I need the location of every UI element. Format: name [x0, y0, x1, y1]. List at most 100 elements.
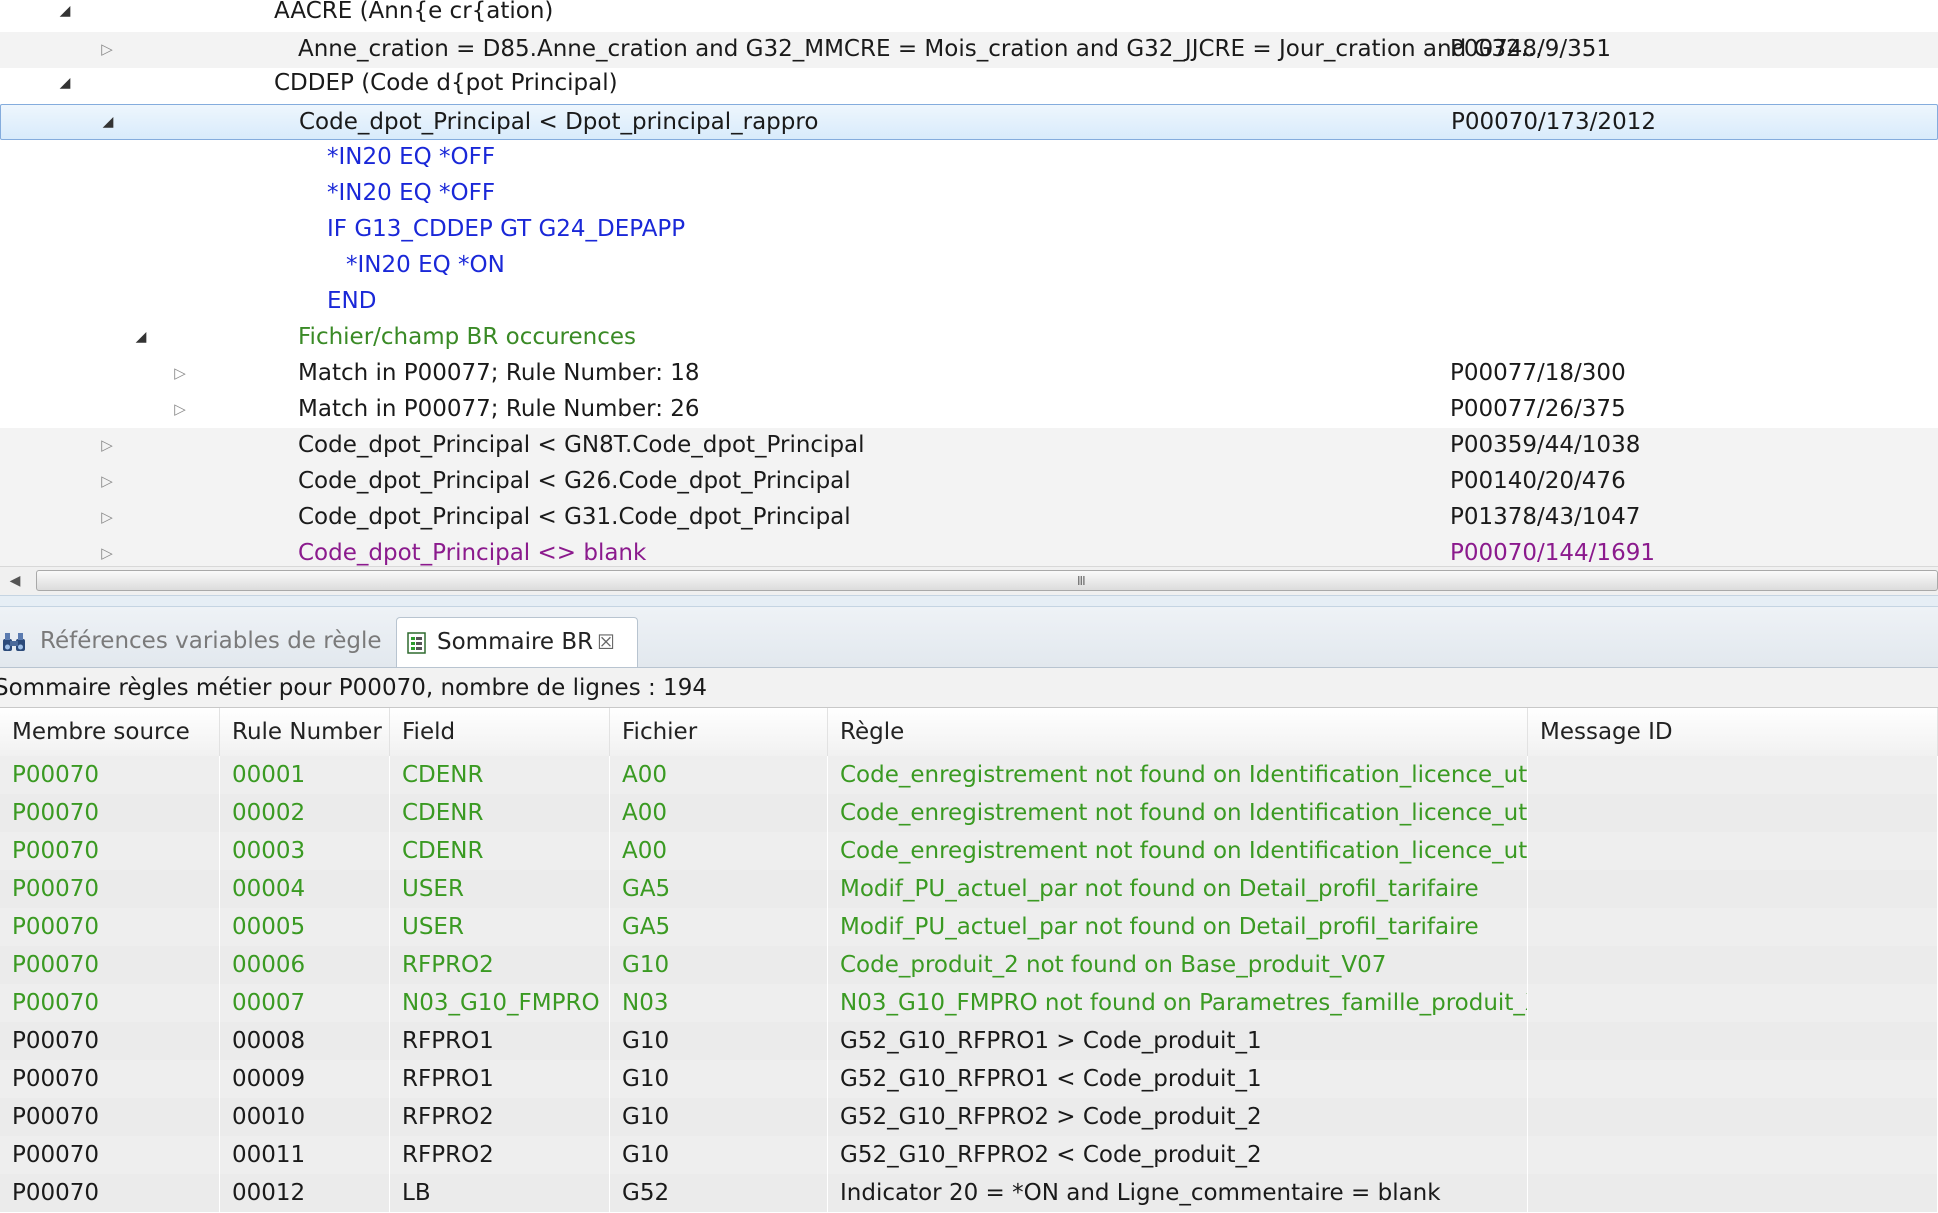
cell-membre-source: P00070 [0, 908, 220, 946]
cell-message-id [1528, 984, 1938, 1022]
tree-node[interactable]: ◢ Fichier/champ BR occurences [0, 320, 1938, 356]
tree-node-label: Code_dpot_Principal <> blank [298, 540, 647, 566]
cell-membre-source: P00070 [0, 1098, 220, 1136]
cell-fichier: G10 [610, 946, 828, 984]
cell-rule-number: 00001 [220, 756, 390, 794]
cell-rule-number: 00011 [220, 1136, 390, 1174]
summary-icon [407, 632, 426, 654]
expand-arrow-icon[interactable]: ▷ [97, 500, 117, 534]
tree-node[interactable]: ▷ Code_dpot_Principal < G31.Code_dpot_Pri… [0, 500, 1938, 536]
expand-arrow-icon[interactable]: ▷ [97, 32, 117, 66]
rule-tree-view: ◢ AACRE (Ann{e cr{ation) ▷ Anne_cration = D… [0, 0, 1938, 566]
cell-field: RFPRO2 [390, 1136, 610, 1174]
table-row[interactable]: P00070 00011 RFPRO2 G10 G52_G10_RFPRO2 < Cod… [0, 1136, 1938, 1175]
cell-membre-source: P00070 [0, 756, 220, 794]
cell-field: RFPRO1 [390, 1022, 610, 1060]
column-header-field[interactable]: Field [390, 708, 610, 756]
cell-fichier: GA5 [610, 908, 828, 946]
tab-label: Sommaire BR [437, 629, 594, 655]
tree-node[interactable]: ▷ Match in P00077; Rule Number: 18 P00077/… [0, 356, 1938, 392]
table-row[interactable]: P00070 00004 USER GA5 Modif_PU_actuel_par no… [0, 870, 1938, 909]
expand-arrow-icon[interactable]: ▷ [97, 536, 117, 566]
cell-field: USER [390, 908, 610, 946]
tree-node-label: IF G13_CDDEP GT G24_DEPAPP [327, 216, 686, 242]
tree-node-reference: P00748/9/351 [1450, 36, 1612, 62]
tree-node-reference: P00077/26/375 [1450, 396, 1626, 422]
cell-membre-source: P00070 [0, 1022, 220, 1060]
table-row[interactable]: P00070 00001 CDENR A00 Code_enregistrement n… [0, 756, 1938, 795]
tab-sommaire-br[interactable]: Sommaire BR ☒ [396, 617, 638, 667]
tree-node-label: Match in P00077; Rule Number: 26 [298, 396, 700, 422]
cell-message-id [1528, 1174, 1938, 1212]
table-row[interactable]: P00070 00006 RFPRO2 G10 Code_produit_2 not f… [0, 946, 1938, 985]
cell-fichier: GA5 [610, 870, 828, 908]
table-row[interactable]: P00070 00012 LB G52 Indicator 20 = *ON and L… [0, 1174, 1938, 1213]
scrollbar-grip: III [1077, 574, 1086, 588]
cell-regle: G52_G10_RFPRO1 > Code_produit_1 [828, 1022, 1528, 1060]
cell-message-id [1528, 1136, 1938, 1174]
tab-references-variables[interactable]: Références variables de règle [0, 617, 395, 667]
collapse-arrow-icon[interactable]: ◢ [55, 66, 75, 100]
cell-field: RFPRO2 [390, 1098, 610, 1136]
cell-rule-number: 00004 [220, 870, 390, 908]
cell-rule-number: 00005 [220, 908, 390, 946]
tree-node[interactable]: IF G13_CDDEP GT G24_DEPAPP [0, 212, 1938, 248]
tree-node-label: AACRE (Ann{e cr{ation) [274, 0, 554, 24]
view-tab-bar: Références variables de règle Sommaire B… [0, 607, 1938, 668]
tree-node[interactable]: *IN20 EQ *OFF [0, 176, 1938, 212]
view-splitter[interactable] [0, 595, 1938, 607]
scrollbar-thumb[interactable]: III [36, 570, 1938, 591]
scroll-left-arrow-icon[interactable]: ◀ [4, 570, 26, 592]
cell-membre-source: P00070 [0, 832, 220, 870]
cell-rule-number: 00003 [220, 832, 390, 870]
expand-arrow-icon[interactable]: ▷ [97, 464, 117, 498]
tree-node[interactable]: ◢ AACRE (Ann{e cr{ation) [0, 0, 1938, 30]
tree-node-reference: P00070/144/1691 [1450, 540, 1655, 566]
tree-node[interactable]: *IN20 EQ *ON [0, 248, 1938, 284]
tree-node[interactable]: ▷ Code_dpot_Principal < G26.Code_dpot_Pri… [0, 464, 1938, 500]
cell-regle: G52_G10_RFPRO2 < Code_produit_2 [828, 1136, 1528, 1174]
tree-node-label: Code_dpot_Principal < G31.Code_dpot_Prin… [298, 504, 851, 530]
cell-message-id [1528, 1022, 1938, 1060]
tree-node[interactable]: ▷ Code_dpot_Principal < GN8T.Code_dpot_Pr… [0, 428, 1938, 464]
tree-node[interactable]: ▷ Code_dpot_Principal <> blank P00070/144/… [0, 536, 1938, 566]
expand-arrow-icon[interactable]: ▷ [170, 356, 190, 390]
column-header-membre-source[interactable]: Membre source [0, 708, 220, 756]
tree-node-label: Code_dpot_Principal < GN8T.Code_dpot_Pri… [298, 432, 865, 458]
column-header-message-id[interactable]: Message ID [1528, 708, 1938, 756]
table-row[interactable]: P00070 00005 USER GA5 Modif_PU_actuel_par no… [0, 908, 1938, 947]
column-header-regle[interactable]: Règle [828, 708, 1528, 756]
collapse-arrow-icon[interactable]: ◢ [98, 105, 118, 139]
table-row[interactable]: P00070 00003 CDENR A00 Code_enregistrement n… [0, 832, 1938, 871]
cell-message-id [1528, 1060, 1938, 1098]
tree-node[interactable]: ▷ Match in P00077; Rule Number: 26 P00077/… [0, 392, 1938, 428]
table-row[interactable]: P00070 00002 CDENR A00 Code_enregistrement n… [0, 794, 1938, 833]
collapse-arrow-icon[interactable]: ◢ [131, 320, 151, 354]
column-header-rule-number[interactable]: Rule Number [220, 708, 390, 756]
tree-node[interactable]: *IN20 EQ *OFF [0, 140, 1938, 176]
tree-node[interactable]: ◢ Code_dpot_Principal < Dpot_principal_ra… [0, 104, 1938, 140]
table-row[interactable]: P00070 00007 N03_G10_FMPRO N03 N03_G10_FMPRO… [0, 984, 1938, 1023]
tree-node-label: Code_dpot_Principal < Dpot_principal_rap… [299, 109, 819, 135]
expand-arrow-icon[interactable]: ▷ [170, 392, 190, 426]
column-header-fichier[interactable]: Fichier [610, 708, 828, 756]
tree-node-reference: P01378/43/1047 [1450, 504, 1641, 530]
cell-membre-source: P00070 [0, 1174, 220, 1212]
tree-node[interactable]: ◢ CDDEP (Code d{pot Principal) [0, 66, 1938, 102]
table-row[interactable]: P00070 00008 RFPRO1 G10 G52_G10_RFPRO1 > Cod… [0, 1022, 1938, 1061]
tree-node[interactable]: END [0, 284, 1938, 320]
cell-rule-number: 00009 [220, 1060, 390, 1098]
cell-membre-source: P00070 [0, 794, 220, 832]
expand-arrow-icon[interactable]: ▷ [97, 428, 117, 462]
table-row[interactable]: P00070 00010 RFPRO2 G10 G52_G10_RFPRO2 > Cod… [0, 1098, 1938, 1137]
collapse-arrow-icon[interactable]: ◢ [55, 0, 75, 28]
summary-text: Sommaire règles métier pour P00070, nomb… [0, 675, 707, 701]
tree-node[interactable]: ▷ Anne_cration = D85.Anne_cration and G32… [0, 32, 1938, 68]
cell-message-id [1528, 908, 1938, 946]
horizontal-scrollbar[interactable]: ◀ III [0, 566, 1938, 595]
close-icon[interactable]: ☒ [597, 618, 615, 666]
cell-regle: N03_G10_FMPRO not found on Parametres_fa… [828, 984, 1528, 1022]
tree-node-reference: P00140/20/476 [1450, 468, 1626, 494]
cell-message-id [1528, 756, 1938, 794]
table-row[interactable]: P00070 00009 RFPRO1 G10 G52_G10_RFPRO1 < Cod… [0, 1060, 1938, 1099]
